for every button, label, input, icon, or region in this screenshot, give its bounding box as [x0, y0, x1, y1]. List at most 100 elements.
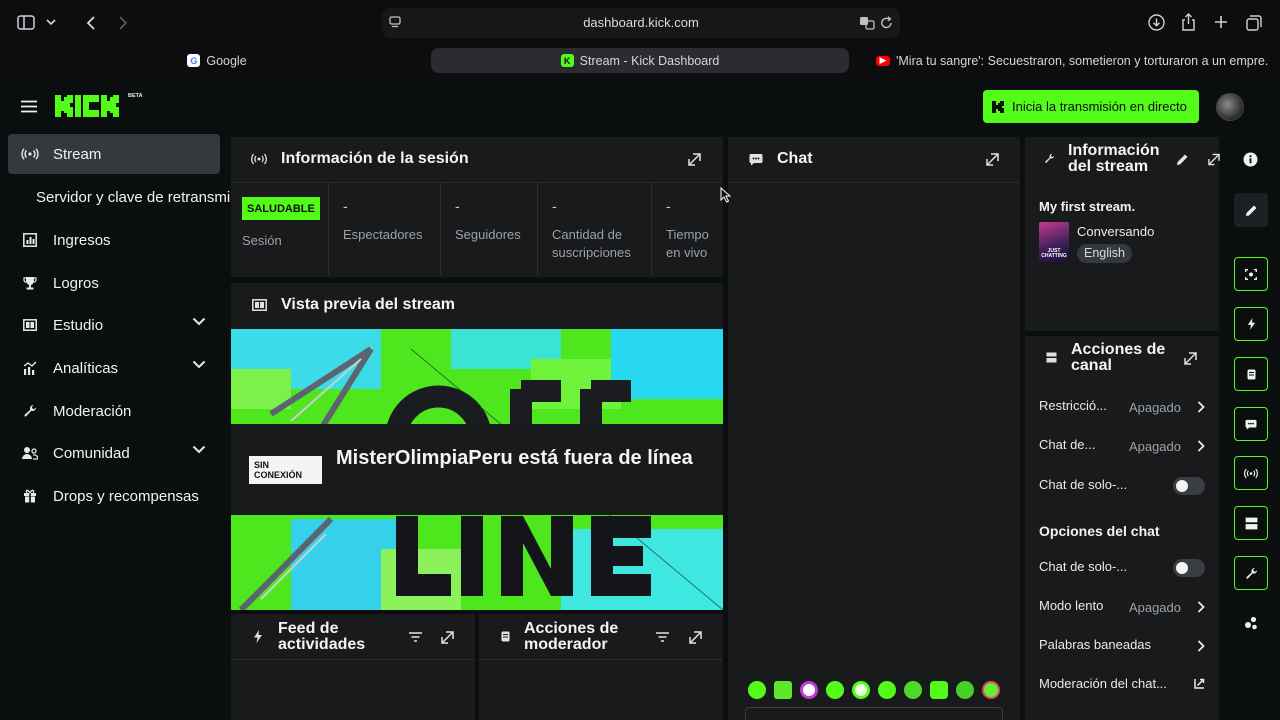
emote-icon[interactable]	[982, 681, 1000, 699]
tab-youtube[interactable]: ▶ 'Mira tu sangre': Secuestraron, someti…	[868, 48, 1268, 73]
kick-logo[interactable]	[55, 93, 129, 119]
row-label: Chat de solo-...	[1039, 477, 1128, 492]
emote-icon[interactable]	[904, 681, 922, 699]
stat-divider	[328, 183, 329, 275]
emote-icon[interactable]	[852, 681, 870, 699]
go-live-label: Inicia la transmisión en directo	[1012, 99, 1187, 114]
menu-icon[interactable]	[21, 100, 37, 113]
tab-overview-icon[interactable]	[1246, 15, 1262, 31]
toggle-switch[interactable]	[1173, 477, 1205, 495]
row-label: Moderación del chat...	[1039, 676, 1167, 691]
google-icon: G	[187, 54, 201, 67]
info-icon[interactable]	[1243, 152, 1258, 167]
emote-icon[interactable]	[956, 681, 974, 699]
sidebar-item-comunidad[interactable]: Comunidad	[8, 433, 220, 473]
popout-icon[interactable]	[986, 153, 999, 166]
chat-option-row-banned-words[interactable]: Palabras baneadas	[1039, 637, 1209, 657]
wrench-icon	[21, 402, 39, 420]
chart-icon	[21, 231, 39, 249]
chat-option-row-only: Chat de solo-...	[1039, 559, 1209, 579]
gift-icon	[21, 487, 39, 505]
stat-label-live-time: Tiempo en vivo	[666, 227, 709, 260]
address-bar[interactable]: dashboard.kick.com	[382, 8, 900, 38]
row-label: Chat de solo-...	[1039, 559, 1128, 574]
popout-icon[interactable]	[688, 153, 701, 166]
sidebar-item-server-key[interactable]: Servidor y clave de retransmisión	[8, 177, 230, 217]
stream-preview-title: Vista previa del stream	[281, 296, 456, 313]
reload-icon[interactable]	[880, 16, 893, 30]
row-label: Modo lento	[1039, 598, 1104, 613]
filter-icon[interactable]	[656, 632, 669, 642]
sidebar-item-estudio[interactable]: Estudio	[8, 305, 220, 345]
new-tab-icon[interactable]	[1214, 15, 1228, 29]
rail-button-mod-actions[interactable]	[1234, 357, 1268, 391]
emote-icon[interactable]	[748, 681, 766, 699]
download-icon[interactable]	[1148, 14, 1165, 31]
toggle-switch[interactable]	[1173, 559, 1205, 577]
pencil-icon[interactable]	[1176, 153, 1189, 166]
forward-icon[interactable]	[118, 15, 128, 31]
community-icon	[21, 444, 39, 462]
back-icon[interactable]	[86, 15, 96, 31]
focus-icon	[1245, 268, 1257, 280]
emote-icon[interactable]	[930, 681, 948, 699]
stat-divider	[651, 183, 652, 275]
emote-icon[interactable]	[774, 681, 792, 699]
stream-category[interactable]: Conversando	[1077, 224, 1154, 239]
row-value: Apagado	[1128, 400, 1181, 415]
rail-button-session[interactable]	[1234, 456, 1268, 490]
user-avatar[interactable]	[1216, 93, 1244, 121]
chevron-down-icon	[192, 317, 206, 326]
popout-icon[interactable]	[1184, 352, 1197, 365]
tab-google[interactable]: G Google	[0, 48, 434, 73]
emote-icon[interactable]	[878, 681, 896, 699]
rail-button-chat[interactable]	[1234, 407, 1268, 441]
sidebar-item-stream[interactable]: Stream	[8, 134, 220, 174]
pencil-icon	[1245, 204, 1258, 217]
row-label: Palabras baneadas	[1039, 637, 1152, 652]
share-icon[interactable]	[1181, 13, 1196, 31]
sidebar-item-ingresos[interactable]: Ingresos	[8, 220, 220, 260]
youtube-icon: ▶	[876, 55, 890, 66]
chevron-right-icon	[1197, 601, 1205, 613]
chevron-down-icon[interactable]	[46, 18, 56, 26]
edit-layout-button[interactable]	[1234, 193, 1268, 227]
channel-action-row-restriction[interactable]: Restricció... Apagado	[1039, 398, 1209, 418]
popout-icon[interactable]	[441, 631, 454, 644]
language-tag: English	[1077, 244, 1132, 263]
translate-icon[interactable]	[859, 16, 875, 30]
popout-icon[interactable]	[1208, 153, 1220, 166]
row-value: Apagado	[1128, 439, 1181, 454]
panel-divider	[231, 659, 475, 660]
popout-icon[interactable]	[689, 631, 702, 644]
sidebar-toggle-icon[interactable]	[17, 15, 35, 30]
sidebar-item-drops[interactable]: Drops y recompensas	[8, 476, 220, 516]
filter-icon[interactable]	[409, 632, 422, 642]
channel-icon	[1046, 352, 1057, 363]
scroll-icon	[1247, 369, 1256, 380]
chevron-down-icon	[192, 360, 206, 369]
sidebar-item-logros[interactable]: Logros	[8, 263, 220, 303]
sidebar-item-label: Ingresos	[53, 231, 111, 249]
rail-button-screenshot[interactable]	[1234, 257, 1268, 291]
sidebar-item-moderacion[interactable]: Moderación	[8, 391, 220, 431]
offline-tag: SIN CONEXIÓN	[249, 456, 322, 484]
chat-option-row-moderation[interactable]: Moderación del chat...	[1039, 676, 1209, 696]
rail-button-stream-info[interactable]	[1234, 556, 1268, 590]
rail-button-activity[interactable]	[1234, 307, 1268, 341]
mouse-cursor-icon	[720, 187, 731, 203]
chat-input[interactable]	[745, 707, 1003, 720]
trophy-icon	[21, 274, 39, 292]
go-live-button[interactable]: Inicia la transmisión en directo	[983, 90, 1199, 123]
sidebar-item-label: Servidor y clave de retransmisión	[36, 188, 230, 206]
rail-button-channel-actions[interactable]	[1234, 506, 1268, 540]
tab-kick-dashboard[interactable]: K Stream - Kick Dashboard	[431, 48, 849, 73]
beta-badge: BETA	[128, 93, 143, 99]
emote-icon[interactable]	[800, 681, 818, 699]
emote-icon[interactable]	[826, 681, 844, 699]
sidebar-item-analiticas[interactable]: Analíticas	[8, 348, 220, 388]
more-widgets-icon[interactable]	[1243, 615, 1259, 631]
channel-action-row-chat[interactable]: Chat de... Apagado	[1039, 437, 1209, 457]
chat-option-row-slow-mode[interactable]: Modo lento Apagado	[1039, 598, 1209, 618]
tab-label: Stream - Kick Dashboard	[579, 53, 720, 68]
